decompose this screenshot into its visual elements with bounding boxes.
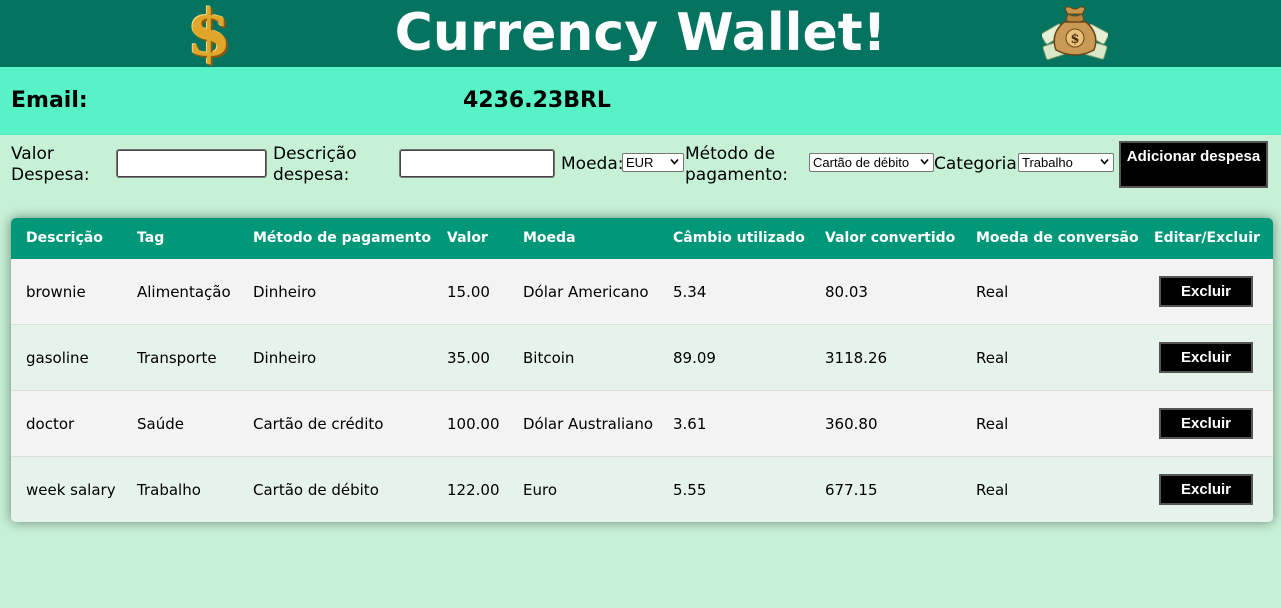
header-cell: Moeda de conversão	[976, 230, 1139, 246]
payment-method-select[interactable]: Cartão de débito	[809, 153, 934, 172]
cell-tag: Saúde	[137, 415, 184, 433]
delete-button[interactable]: Excluir	[1159, 474, 1253, 505]
category-label: Categoria:	[934, 154, 1023, 174]
cell-conversion-currency: Real	[976, 481, 1009, 499]
category-select-value: Trabalho	[1022, 155, 1073, 170]
payment-method-select-value: Cartão de débito	[813, 155, 910, 170]
table-row: gasoline Transporte Dinheiro 35.00 Bitco…	[11, 325, 1273, 391]
cell-method: Dinheiro	[253, 349, 317, 367]
cell-conversion-currency: Real	[976, 349, 1009, 367]
value-label: Valor Despesa:	[11, 144, 90, 185]
cell-value: 122.00	[447, 481, 500, 499]
header-cell: Tag	[137, 230, 165, 246]
cell-currency: Dólar Americano	[523, 283, 649, 301]
cell-conversion-currency: Real	[976, 415, 1009, 433]
header-cell: Moeda	[523, 230, 576, 246]
money-bag-icon: $	[1042, 6, 1108, 60]
cell-conversion-currency: Real	[976, 283, 1009, 301]
cell-description: brownie	[26, 283, 86, 301]
cell-exchange: 5.34	[673, 283, 707, 301]
expense-form: Valor Despesa: Descrição despesa: Moeda:…	[0, 135, 1281, 195]
currency-select-value: EUR	[626, 155, 654, 170]
table-row: week salary Trabalho Cartão de débito 12…	[11, 457, 1273, 522]
expenses-table: Descrição Tag Método de pagamento Valor …	[11, 218, 1273, 522]
delete-button[interactable]: Excluir	[1159, 276, 1253, 307]
cell-currency: Dólar Australiano	[523, 415, 654, 433]
info-bar: Email: 4236.23BRL	[0, 67, 1281, 135]
cell-exchange: 5.55	[673, 481, 707, 499]
currency-label: Moeda:	[561, 154, 624, 174]
table-row: doctor Saúde Cartão de crédito 100.00 Dó…	[11, 391, 1273, 457]
cell-tag: Trabalho	[137, 481, 201, 499]
cell-currency: Bitcoin	[523, 349, 575, 367]
total-balance: 4236.23BRL	[463, 88, 611, 113]
chevron-down-icon	[920, 158, 929, 165]
description-label: Descrição despesa:	[273, 144, 357, 185]
app-header: $ Currency Wallet! $	[0, 0, 1281, 67]
cell-description: gasoline	[26, 349, 89, 367]
header-cell: Descrição	[26, 230, 103, 246]
cell-exchange: 3.61	[673, 415, 707, 433]
cell-description: week salary	[26, 481, 116, 499]
description-input[interactable]	[399, 149, 555, 178]
svg-text:$: $	[1070, 32, 1079, 47]
cell-method: Cartão de crédito	[253, 415, 384, 433]
chevron-down-icon	[670, 158, 679, 165]
header-cell: Editar/Excluir	[1154, 230, 1260, 246]
cell-converted: 3118.26	[825, 349, 888, 367]
cell-tag: Alimentação	[137, 283, 231, 301]
table-row: brownie Alimentação Dinheiro 15.00 Dólar…	[11, 259, 1273, 325]
cell-value: 15.00	[447, 283, 490, 301]
cell-method: Dinheiro	[253, 283, 317, 301]
payment-method-label: Método de pagamento:	[685, 144, 789, 185]
add-expense-button[interactable]: Adicionar despesa	[1119, 141, 1268, 188]
header-cell: Câmbio utilizado	[673, 230, 805, 246]
header-cell: Método de pagamento	[253, 230, 431, 246]
cell-converted: 677.15	[825, 481, 878, 499]
header-cell: Valor	[447, 230, 488, 246]
cell-converted: 80.03	[825, 283, 868, 301]
cell-method: Cartão de débito	[253, 481, 379, 499]
delete-button[interactable]: Excluir	[1159, 408, 1253, 439]
value-input[interactable]	[116, 149, 267, 178]
cell-value: 35.00	[447, 349, 490, 367]
table-header: Descrição Tag Método de pagamento Valor …	[11, 218, 1273, 259]
email-label: Email:	[11, 88, 88, 113]
currency-select[interactable]: EUR	[622, 153, 684, 172]
category-select[interactable]: Trabalho	[1018, 153, 1114, 172]
cell-value: 100.00	[447, 415, 500, 433]
cell-tag: Transporte	[137, 349, 217, 367]
cell-converted: 360.80	[825, 415, 878, 433]
delete-button[interactable]: Excluir	[1159, 342, 1253, 373]
cell-exchange: 89.09	[673, 349, 716, 367]
cell-currency: Euro	[523, 481, 557, 499]
chevron-down-icon	[1100, 158, 1109, 165]
header-cell: Valor convertido	[825, 230, 956, 246]
cell-description: doctor	[26, 415, 75, 433]
